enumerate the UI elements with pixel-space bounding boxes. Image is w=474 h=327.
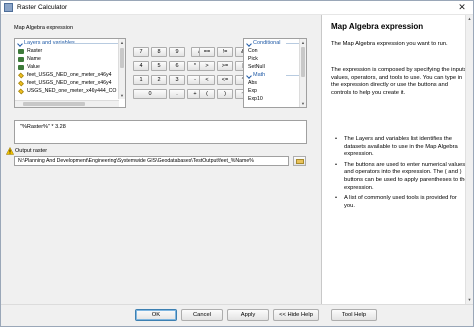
scroll-up-icon[interactable]: ▲ (119, 39, 125, 46)
raster-icon (18, 64, 24, 70)
folder-icon (296, 159, 304, 164)
title-bar[interactable]: Raster Calculator ✕ (1, 1, 473, 15)
layer-diamond-icon (18, 88, 24, 94)
key-9[interactable]: 9 (169, 47, 185, 57)
list-item[interactable]: feet_USGS_NED_one_meter_x46y4 (15, 79, 125, 87)
raster-icon (18, 56, 24, 62)
math-header[interactable]: Math (244, 71, 306, 79)
list-item[interactable]: Exp (244, 87, 306, 95)
list-item[interactable]: feet_USGS_NED_one_meter_x46y4 (15, 71, 125, 79)
key-6[interactable]: 6 (169, 61, 185, 71)
help-bullet: The buttons are used to enter numerical … (331, 162, 469, 192)
hide-help-button[interactable]: << Hide Help (273, 309, 319, 321)
raster-icon (18, 48, 24, 54)
list-item[interactable]: Name (15, 55, 125, 63)
key-less-equal[interactable]: <= (217, 75, 233, 85)
list-item[interactable]: Con (244, 47, 306, 55)
tools-list[interactable]: Conditional Con Pick SetNull Math Abs Ex… (243, 38, 307, 108)
list-item[interactable]: Abs (244, 79, 306, 87)
key-8[interactable]: 8 (151, 47, 167, 57)
tools-vertical-scrollbar[interactable]: ▲ ▼ (299, 39, 306, 107)
key-0[interactable]: 0 (133, 89, 167, 99)
key-close-paren[interactable]: ) (217, 89, 233, 99)
ok-button[interactable]: OK (135, 309, 177, 321)
browse-button[interactable] (293, 156, 306, 166)
list-item[interactable]: USGS_NED_one_meter_x46y444_CO (15, 87, 125, 95)
list-item[interactable]: SetNull (244, 63, 306, 71)
layers-variables-list[interactable]: Layers and variables Raster Name Value f… (14, 38, 126, 108)
raster-calculator-window: Raster Calculator ✕ Map Algebra expressi… (0, 0, 474, 327)
scroll-down-icon[interactable]: ▼ (466, 296, 473, 304)
output-raster-input[interactable]: N:\Planning And Development\Engineering\… (14, 156, 289, 166)
key-3[interactable]: 3 (169, 75, 185, 85)
layer-diamond-icon (18, 72, 24, 78)
output-raster-label: Output raster (15, 148, 48, 154)
list-item[interactable]: Value (15, 63, 125, 71)
help-vertical-scrollbar[interactable]: ▲ ▼ (465, 15, 473, 304)
list-item[interactable]: Pick (244, 55, 306, 63)
help-paragraph: The expression is composed by specifying… (331, 67, 469, 96)
window-title: Raster Calculator (17, 4, 68, 11)
help-bullet: A list of commonly used tools is provide… (331, 195, 469, 210)
key-1[interactable]: 1 (133, 75, 149, 85)
scroll-thumb[interactable] (23, 102, 85, 106)
cancel-button[interactable]: Cancel (181, 309, 223, 321)
scroll-thumb[interactable] (120, 48, 124, 68)
tool-help-button[interactable]: Tool Help (331, 309, 377, 321)
dialog-button-bar: OK Cancel Apply << Hide Help Tool Help (1, 304, 473, 326)
help-title: Map Algebra expression (331, 22, 424, 31)
help-panel: Map Algebra expression The Map Algebra e… (321, 15, 473, 304)
scroll-thumb[interactable] (301, 47, 305, 77)
close-icon[interactable]: ✕ (452, 1, 472, 14)
scroll-up-icon[interactable]: ▲ (466, 15, 473, 23)
key-not-equals[interactable]: != (217, 47, 233, 57)
layers-vertical-scrollbar[interactable]: ▲ ▼ (118, 39, 125, 99)
warning-icon (6, 147, 14, 155)
key-2[interactable]: 2 (151, 75, 167, 85)
scroll-down-icon[interactable]: ▼ (119, 92, 125, 99)
key-less-than[interactable]: < (199, 75, 215, 85)
list-item[interactable]: Exp10 (244, 95, 306, 103)
key-5[interactable]: 5 (151, 61, 167, 71)
key-greater-than[interactable]: > (199, 61, 215, 71)
expression-label: Map Algebra expression (14, 25, 74, 31)
conditional-header[interactable]: Conditional (244, 39, 306, 47)
key-7[interactable]: 7 (133, 47, 149, 57)
layers-variables-header[interactable]: Layers and variables (15, 39, 125, 47)
scroll-up-icon[interactable]: ▲ (300, 39, 306, 46)
key-4[interactable]: 4 (133, 61, 149, 71)
key-open-paren[interactable]: ( (199, 89, 215, 99)
key-greater-equal[interactable]: >= (217, 61, 233, 71)
expression-input[interactable]: "%Raster%" * 3.28 (14, 120, 307, 144)
key-equals[interactable]: == (199, 47, 215, 57)
scroll-down-icon[interactable]: ▼ (300, 100, 306, 107)
raster-calculator-icon (4, 3, 13, 12)
help-paragraph: The Map Algebra expression you want to r… (331, 41, 448, 47)
layer-diamond-icon (18, 80, 24, 86)
list-item[interactable]: Raster (15, 47, 125, 55)
help-bullet: The Layers and variables list identifies… (331, 136, 469, 159)
help-bullet-list: The Layers and variables list identifies… (331, 136, 469, 213)
key-decimal[interactable]: . (169, 89, 185, 99)
apply-button[interactable]: Apply (227, 309, 269, 321)
layers-horizontal-scrollbar[interactable] (15, 100, 119, 107)
